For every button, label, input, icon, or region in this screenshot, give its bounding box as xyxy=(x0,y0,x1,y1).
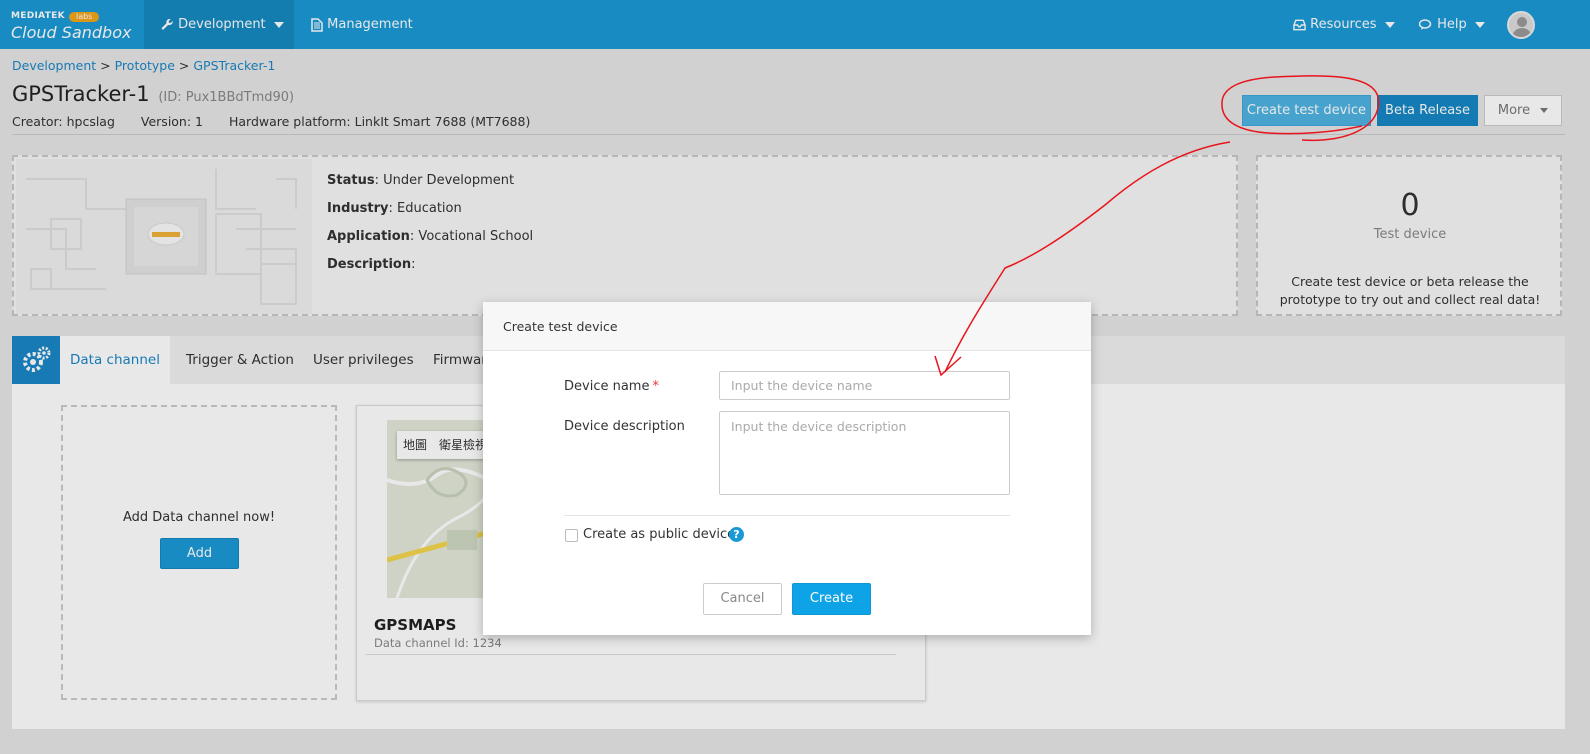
modal-header: Create test device xyxy=(483,302,1091,351)
device-name-label: Device name * xyxy=(564,379,659,394)
device-name-input[interactable] xyxy=(719,371,1010,400)
public-device-label[interactable]: Create as public device xyxy=(583,527,735,542)
device-description-label: Device description xyxy=(564,419,685,434)
device-description-input[interactable] xyxy=(719,411,1010,495)
create-test-device-modal: Create test device Device name* Device d… xyxy=(483,302,1091,635)
cancel-button[interactable]: Cancel xyxy=(703,583,782,615)
public-device-checkbox[interactable] xyxy=(565,529,578,542)
required-mark: * xyxy=(652,379,659,394)
device-name-label-text: Device name xyxy=(564,379,650,394)
help-icon[interactable]: ? xyxy=(729,527,744,542)
modal-title: Create test device xyxy=(503,319,618,334)
modal-divider xyxy=(564,515,1010,516)
create-button[interactable]: Create xyxy=(792,583,871,615)
